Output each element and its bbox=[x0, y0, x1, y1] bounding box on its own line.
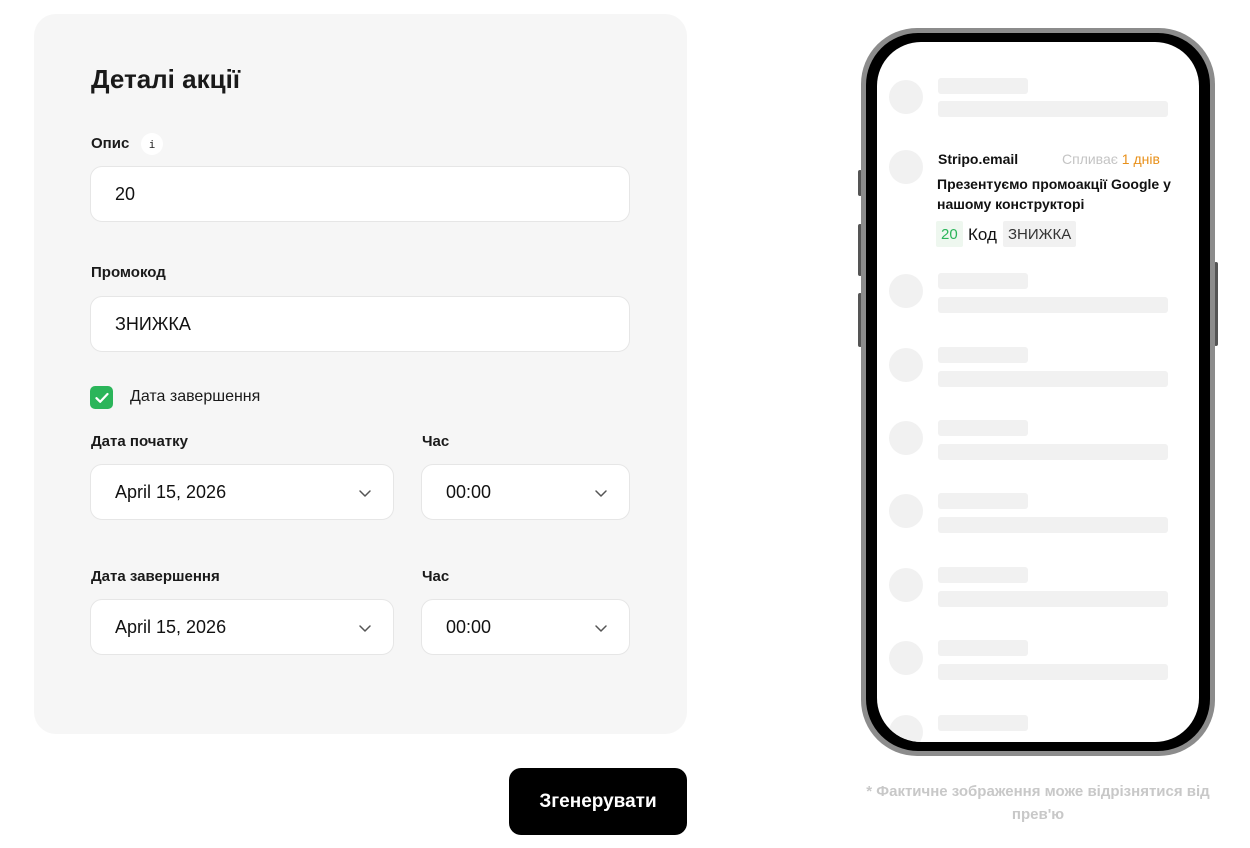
skeleton-line bbox=[938, 591, 1168, 607]
promo-code-label: Промокод bbox=[91, 264, 166, 281]
phone-screen: Stripo.email Спливає 1 днів Презентуємо … bbox=[877, 42, 1199, 742]
notification-title: Презентуємо промоакції Google у нашому к… bbox=[937, 176, 1171, 212]
skeleton-line bbox=[938, 297, 1168, 313]
start-time-value: 00:00 bbox=[446, 481, 492, 502]
info-icon[interactable]: i bbox=[141, 133, 163, 155]
start-time-select[interactable]: 00:00 bbox=[421, 464, 630, 520]
start-date-select[interactable]: April 15, 2026 bbox=[90, 464, 394, 520]
promo-details-card: Деталі акції Опис i 20 Промокод ЗНИЖКА Д… bbox=[34, 14, 687, 734]
card-title: Деталі акції bbox=[91, 64, 241, 94]
discount-badge: 20 bbox=[936, 221, 963, 247]
chevron-down-icon bbox=[595, 625, 607, 632]
description-label: Опис bbox=[91, 135, 130, 152]
promo-code-input[interactable]: ЗНИЖКА bbox=[90, 296, 630, 352]
skeleton-line bbox=[938, 101, 1168, 117]
skeleton-avatar bbox=[889, 494, 923, 528]
end-date-checkbox-label: Дата завершення bbox=[130, 388, 261, 405]
end-time-label: Час bbox=[422, 568, 450, 585]
skeleton-avatar bbox=[889, 568, 923, 602]
skeleton-line bbox=[938, 517, 1168, 533]
end-date-select[interactable]: April 15, 2026 bbox=[90, 599, 394, 655]
start-date-value: April 15, 2026 bbox=[115, 481, 227, 502]
expiry-label: Спливає bbox=[1062, 151, 1118, 167]
expiry-days: 1 днів bbox=[1121, 151, 1160, 167]
skeleton-avatar bbox=[889, 641, 923, 675]
notification-avatar bbox=[889, 150, 923, 184]
skeleton-avatar bbox=[889, 348, 923, 382]
skeleton-line bbox=[938, 273, 1028, 289]
skeleton-avatar bbox=[889, 80, 923, 114]
end-time-select[interactable]: 00:00 bbox=[421, 599, 630, 655]
skeleton-line bbox=[938, 347, 1028, 363]
skeleton-avatar bbox=[889, 274, 923, 308]
promo-code-badge: ЗНИЖКА bbox=[1003, 221, 1077, 247]
notification-sender: Stripo.email bbox=[938, 151, 1019, 167]
skeleton-line bbox=[938, 715, 1028, 731]
skeleton-avatar bbox=[889, 715, 923, 742]
end-time-value: 00:00 bbox=[446, 616, 492, 637]
chevron-down-icon bbox=[359, 625, 371, 632]
start-time-label: Час bbox=[422, 433, 450, 450]
notification-expiry: Спливає 1 днів bbox=[1062, 151, 1160, 167]
skeleton-line bbox=[938, 493, 1028, 509]
description-input[interactable]: 20 bbox=[90, 166, 630, 222]
skeleton-line bbox=[938, 567, 1028, 583]
chevron-down-icon bbox=[359, 490, 371, 497]
preview-disclaimer: * Фактичне зображення може відрізнятися … bbox=[866, 783, 1210, 823]
generate-button[interactable]: Згенерувати bbox=[509, 768, 687, 835]
end-date-label: Дата завершення bbox=[91, 568, 220, 585]
end-date-checkbox[interactable] bbox=[90, 386, 113, 409]
skeleton-line bbox=[938, 420, 1028, 436]
skeleton-line bbox=[938, 78, 1028, 94]
skeleton-line bbox=[938, 444, 1168, 460]
skeleton-avatar bbox=[889, 421, 923, 455]
skeleton-line bbox=[938, 664, 1168, 680]
checkmark-icon bbox=[94, 392, 109, 403]
skeleton-line bbox=[938, 640, 1028, 656]
skeleton-line bbox=[938, 371, 1168, 387]
code-label: Код bbox=[968, 225, 997, 244]
start-date-label: Дата початку bbox=[91, 433, 188, 450]
chevron-down-icon bbox=[595, 490, 607, 497]
end-date-value: April 15, 2026 bbox=[115, 616, 227, 637]
